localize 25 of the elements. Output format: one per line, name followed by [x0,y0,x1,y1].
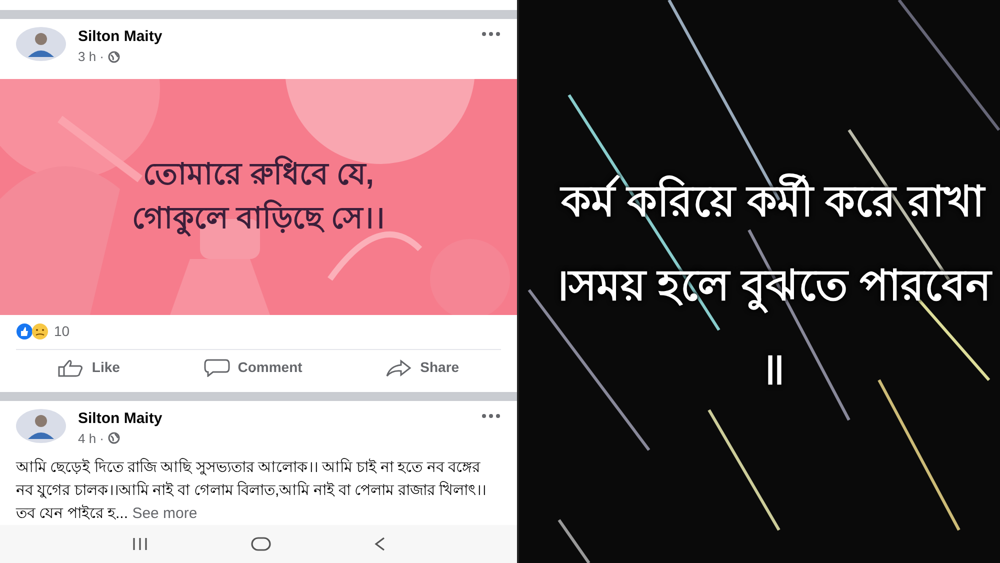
recent-apps-icon[interactable] [131,537,150,551]
avatar[interactable] [16,27,66,61]
reaction-count[interactable]: 10 [54,321,70,342]
post-time: 4 h · [78,430,104,448]
post-text: আমি ছেড়েই দিতে রাজি আছি সুসভ্যতার আলোক।। আমি চাই না হতে নব বঙ্গের নব যুগের চালক।।আমি নাই বা গেলাম বিলাত,আমি নাই বা পেলাম রাজার খিলাৎ।। তব যেন পাইরে হ... See more [14,457,488,524]
post-action-button[interactable]: Like [58,357,120,378]
post-text-line: গোকুলে বাড়িছে সে।। [132,198,385,238]
post-text-line: তোমারে রুধিবে যে, [142,154,374,192]
author-name[interactable]: Silton Maity [78,27,469,47]
home-icon[interactable] [251,537,272,551]
share-icon [386,358,412,377]
avatar[interactable] [16,408,66,442]
back-icon[interactable] [374,537,386,551]
thumbs-up-icon [58,358,84,377]
see-more-link[interactable]: See more [132,505,198,522]
comment-icon [204,358,230,377]
more-icon[interactable] [481,31,501,37]
more-icon[interactable] [481,412,501,418]
post-action-button[interactable]: Comment [204,357,302,378]
reaction-icons[interactable] [16,323,50,340]
post-time: 3 h · [78,48,104,66]
globe-icon [108,50,120,63]
globe-icon [108,432,120,444]
post-action-button[interactable]: Share [386,357,460,378]
author-name[interactable]: Silton Maity [78,408,469,428]
